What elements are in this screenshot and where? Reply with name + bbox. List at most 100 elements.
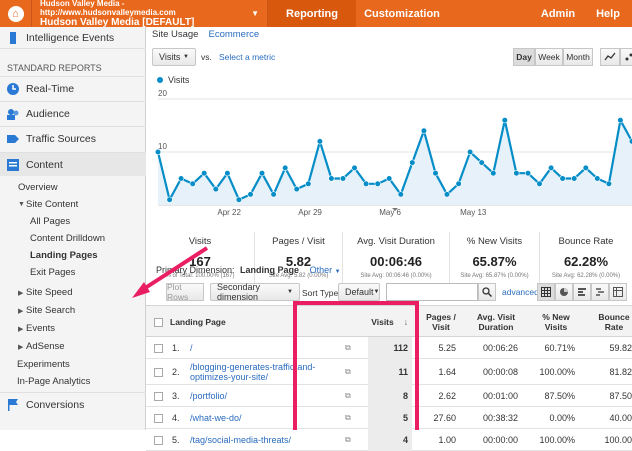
sidebar-item-site-content[interactable]: ▼Site Content	[0, 196, 146, 213]
open-page-icon[interactable]: ⧉	[345, 359, 357, 385]
other-dimension-link[interactable]: Other	[310, 265, 333, 275]
sidebar-item-content[interactable]: Content	[0, 152, 146, 176]
motion-chart-toggle[interactable]	[620, 48, 632, 66]
landing-page-text[interactable]: /blogging-generates-traffic-and-optimize…	[190, 362, 348, 382]
select-metric-link[interactable]: Select a metric	[219, 52, 275, 62]
sidebar-item-events[interactable]: ▶Events	[0, 320, 146, 337]
pivot-view-button[interactable]	[609, 283, 627, 301]
metric-value: 65.87%	[450, 254, 539, 269]
tab-site-usage[interactable]: Site Usage	[152, 29, 198, 40]
tab-ecommerce[interactable]: Ecommerce	[208, 29, 259, 40]
account-selector[interactable]: Hudson Valley Media - http://www.hudsonv…	[32, 0, 268, 27]
landing-page-text[interactable]: /portfolio/	[190, 391, 227, 401]
pie-icon	[559, 287, 569, 297]
sidebar-item-audience[interactable]: Audience	[0, 101, 146, 125]
sidebar-item-content-drilldown[interactable]: Content Drilldown	[0, 230, 146, 247]
tab-admin[interactable]: Admin	[532, 0, 584, 27]
range-day-button[interactable]: Day	[513, 48, 535, 66]
primary-dimension-value: Landing Page	[240, 265, 299, 275]
sidebar-item-all-pages[interactable]: All Pages	[0, 213, 146, 230]
cell-new-visits: 0.00%	[526, 407, 575, 429]
cell-new-visits: 100.00%	[526, 429, 575, 451]
home-button[interactable]: ⌂	[0, 0, 32, 27]
range-week-button[interactable]: Week	[535, 48, 563, 66]
explorer-tabs: Site Usage Ecommerce	[152, 27, 259, 41]
select-all-checkbox[interactable]	[154, 306, 163, 338]
comparison-view-button[interactable]	[591, 283, 609, 301]
sidebar: Intelligence Events STANDARD REPORTS Rea…	[0, 27, 146, 430]
tab-customization[interactable]: Customization	[356, 0, 448, 27]
column-header-landing-page[interactable]: Landing Page	[170, 306, 226, 338]
sidebar-item-experiments[interactable]: Experiments	[0, 356, 146, 373]
tab-help[interactable]: Help	[584, 0, 632, 27]
chevron-down-icon: ▼	[183, 54, 189, 60]
account-url: Hudson Valley Media - http://www.hudsonv…	[40, 0, 251, 17]
sidebar-item-landing-pages[interactable]: Landing Pages	[0, 247, 146, 264]
landing-page-link[interactable]: /tag/social-media-threats/	[190, 429, 348, 451]
column-header-bounce-rate[interactable]: Bounce Rate	[596, 306, 632, 338]
sidebar-item-in-page-analytics[interactable]: In-Page Analytics	[0, 373, 146, 390]
line-chart-toggle[interactable]	[600, 48, 620, 66]
sidebar-item-overview[interactable]: Overview	[0, 179, 146, 196]
table-filter-input[interactable]	[386, 283, 478, 301]
sidebar-item-label: Conversions	[26, 399, 84, 411]
landing-page-link[interactable]: /portfolio/	[190, 385, 348, 407]
range-month-button[interactable]: Month	[563, 48, 593, 66]
data-point	[190, 181, 196, 187]
data-point	[248, 192, 254, 198]
landing-page-link[interactable]: /blogging-generates-traffic-and-optimize…	[190, 359, 348, 385]
open-page-icon[interactable]: ⧉	[345, 337, 357, 359]
column-header-visits[interactable]: Visits↓	[368, 306, 408, 338]
row-checkbox[interactable]	[154, 337, 166, 359]
data-point	[537, 181, 543, 187]
landing-page-link[interactable]: /what-we-do/	[190, 407, 348, 429]
column-header-avg-visit-duration[interactable]: Avg. Visit Duration	[471, 306, 521, 338]
sidebar-item-label: Intelligence Events	[26, 32, 114, 44]
sidebar-item-exit-pages[interactable]: Exit Pages	[0, 264, 146, 281]
open-page-icon[interactable]: ⧉	[345, 429, 357, 451]
cell-avg-visit-duration: 00:00:08	[466, 359, 518, 385]
sidebar-item-site-search[interactable]: ▶Site Search	[0, 302, 146, 319]
column-header-pages-per-visit[interactable]: Pages / Visit	[424, 306, 458, 338]
cell-visits: 112	[368, 337, 412, 359]
metric-sub: Site Avg: 65.87% (0.00%)	[450, 273, 539, 279]
pie-view-button[interactable]	[555, 283, 573, 301]
landing-page-text[interactable]: /	[190, 343, 193, 353]
sidebar-item-intelligence-events[interactable]: Intelligence Events	[0, 27, 146, 49]
row-checkbox[interactable]	[154, 385, 166, 407]
landing-page-text[interactable]: /what-we-do/	[190, 413, 242, 423]
column-header-label: Visits	[371, 317, 394, 327]
intelligence-icon	[6, 31, 20, 45]
bar-view-button[interactable]	[573, 283, 591, 301]
row-checkbox[interactable]	[154, 407, 166, 429]
triangle-right-icon: ▶	[18, 325, 26, 333]
open-page-icon[interactable]: ⧉	[345, 385, 357, 407]
row-number: 5.	[172, 429, 186, 451]
table-view-button[interactable]	[537, 283, 555, 301]
realtime-icon	[6, 82, 20, 96]
plot-rows-button[interactable]: Plot Rows	[166, 283, 204, 301]
sidebar-item-label: Site Content	[26, 199, 78, 210]
main-panel: Site Usage Ecommerce Visits▼ vs. Select …	[146, 27, 632, 430]
landing-page-link[interactable]: /	[190, 337, 348, 359]
sidebar-item-site-speed[interactable]: ▶Site Speed	[0, 284, 146, 301]
data-point	[317, 139, 323, 145]
search-button[interactable]	[478, 283, 496, 301]
row-checkbox[interactable]	[154, 359, 166, 385]
sidebar-item-adsense[interactable]: ▶AdSense	[0, 338, 146, 355]
chevron-down-icon: ▼	[287, 289, 293, 295]
data-point	[456, 181, 462, 187]
sidebar-item-conversions[interactable]: Conversions	[0, 392, 146, 416]
landing-page-text[interactable]: /tag/social-media-threats/	[190, 435, 291, 445]
sidebar-item-real-time[interactable]: Real-Time	[0, 76, 146, 100]
advanced-filter-link[interactable]: advanced	[502, 287, 539, 297]
secondary-dimension-select[interactable]: Secondary dimension▼	[210, 283, 300, 301]
sort-type-label: Sort Type:	[302, 288, 341, 298]
metric-select[interactable]: Visits▼	[152, 48, 196, 66]
tab-reporting[interactable]: Reporting	[268, 0, 356, 27]
column-header-new-visits[interactable]: % New Visits	[536, 306, 576, 338]
sidebar-item-traffic-sources[interactable]: Traffic Sources	[0, 126, 146, 150]
sort-type-select[interactable]: Default▼	[338, 283, 380, 301]
open-page-icon[interactable]: ⧉	[345, 407, 357, 429]
row-checkbox[interactable]	[154, 429, 166, 451]
